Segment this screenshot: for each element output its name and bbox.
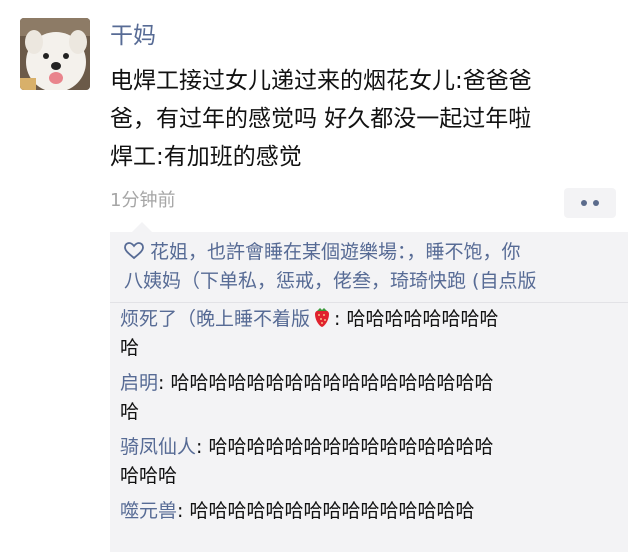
comment-separator: : <box>334 308 347 330</box>
more-dots-icon <box>593 200 599 206</box>
more-dots-icon <box>581 200 587 206</box>
comment-item[interactable]: 烦死了（晚上睡不着版 : 哈哈哈哈哈哈哈哈 哈 <box>110 303 628 367</box>
post-text-line: 爸，有过年的感觉吗 好久都没一起过年啦 <box>110 106 532 132</box>
commenter-name[interactable]: 启明 <box>120 372 158 394</box>
comment-text: 哈哈哈 <box>120 465 178 487</box>
post-author[interactable]: 干妈 <box>110 20 156 52</box>
comment-item[interactable]: 噬元兽: 哈哈哈哈哈哈哈哈哈哈哈哈哈哈哈 <box>110 495 628 530</box>
likes-list: 花姐，也許會睡在某個遊樂場：，睡不饱，你 八姨妈（下单私，惩戒，佬叁，琦琦快跑 … <box>110 232 628 302</box>
post-timestamp: 1分钟前 <box>110 190 176 211</box>
commenter-name[interactable]: 噬元兽 <box>120 500 177 522</box>
comment-text: 哈 <box>120 401 140 423</box>
comment-item[interactable]: 骑凤仙人: 哈哈哈哈哈哈哈哈哈哈哈哈哈哈哈 哈哈哈 <box>110 431 628 495</box>
likes-names[interactable]: 八姨妈（下单私，惩戒，佬叁，琦琦快跑 (自点版 <box>124 267 620 296</box>
moments-post: 干妈 电焊工接过女儿递过来的烟花女儿:爸爸爸 爸，有过年的感觉吗 好久都没一起过… <box>0 0 640 552</box>
comment-separator: : <box>177 500 190 522</box>
likes-line[interactable]: 花姐，也許會睡在某個遊樂場：，睡不饱，你 <box>124 238 620 267</box>
dog-avatar-icon <box>20 18 90 90</box>
comments-panel: 花姐，也許會睡在某個遊樂場：，睡不饱，你 八姨妈（下单私，惩戒，佬叁，琦琦快跑 … <box>110 222 628 552</box>
avatar[interactable] <box>20 18 90 90</box>
strawberry-icon <box>315 308 330 327</box>
comment-item[interactable]: 启明: 哈哈哈哈哈哈哈哈哈哈哈哈哈哈哈哈哈 哈 <box>110 367 628 431</box>
heart-outline-icon <box>124 242 144 260</box>
commenter-name[interactable]: 骑凤仙人 <box>120 436 196 458</box>
comment-text: 哈哈哈哈哈哈哈哈哈哈哈哈哈哈哈哈哈 <box>170 372 494 394</box>
comment-text: 哈哈哈哈哈哈哈哈哈哈哈哈哈哈哈 <box>189 500 475 522</box>
comment-separator: : <box>196 436 209 458</box>
likes-names: 花姐，也許會睡在某個遊樂場：，睡不饱，你 <box>150 241 521 263</box>
commenter-name[interactable]: 烦死了（晚上睡不着版 <box>120 308 310 330</box>
more-button[interactable] <box>564 188 616 218</box>
post-text: 电焊工接过女儿递过来的烟花女儿:爸爸爸 爸，有过年的感觉吗 好久都没一起过年啦 … <box>110 62 620 176</box>
comment-separator: : <box>158 372 171 394</box>
comment-text: 哈 <box>120 337 140 359</box>
post-text-line: 电焊工接过女儿递过来的烟花女儿:爸爸爸 <box>110 68 532 94</box>
post-text-line: 焊工:有加班的感觉 <box>110 144 302 170</box>
comment-text: 哈哈哈哈哈哈哈哈哈哈哈哈哈哈哈 <box>208 436 494 458</box>
comment-text: 哈哈哈哈哈哈哈哈 <box>346 308 499 330</box>
